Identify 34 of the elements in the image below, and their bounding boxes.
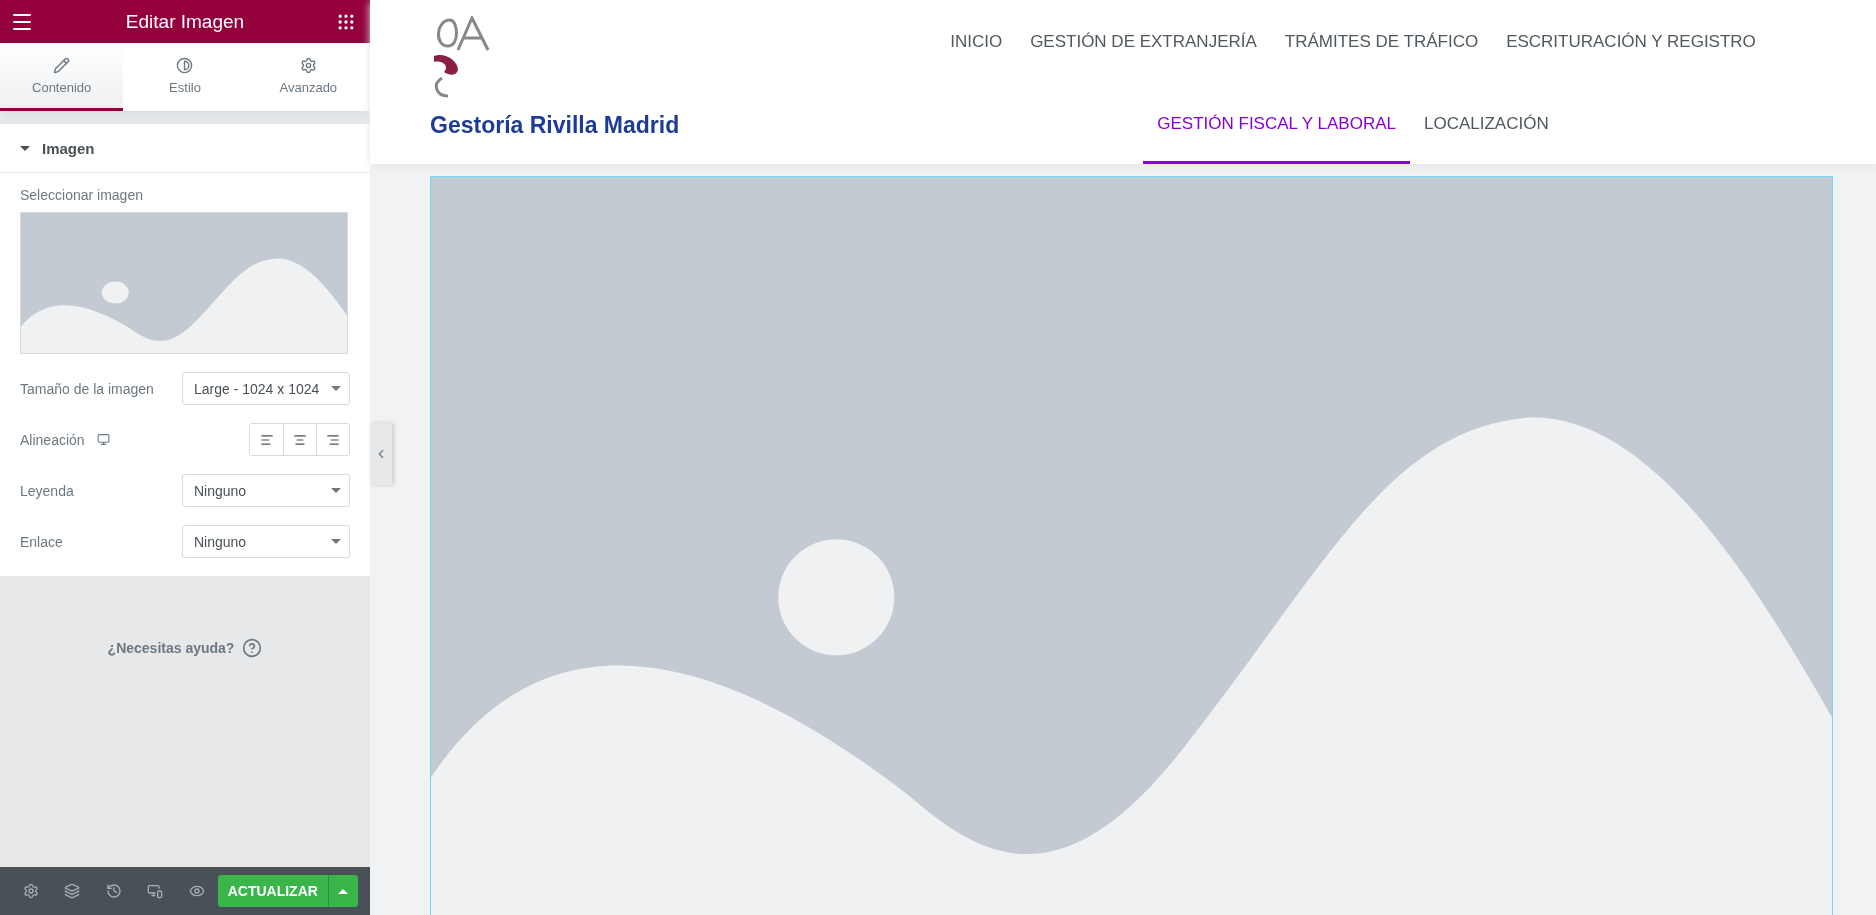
select-field[interactable]: Ninguno [182,525,350,558]
caret-icon [331,386,341,391]
panel-tab[interactable]: Avanzado [246,43,370,111]
nav-link[interactable]: INICIO [936,0,1017,86]
settings-icon [299,56,317,74]
control-label: Tamaño de la imagen [20,380,154,397]
nav-link[interactable]: ESCRITURACIÓN Y REGISTRO [1492,0,1770,86]
nav-link[interactable]: LOCALIZACIÓN [1410,86,1563,164]
panel-tab[interactable]: Estilo [123,43,247,111]
select-field[interactable]: Large - 1024 x 1024 [182,372,350,405]
control-label: Alineación [20,431,85,448]
collapse-handle[interactable] [370,423,392,485]
select-field[interactable]: Ninguno [182,474,350,507]
caret-icon [331,488,341,493]
align-left-icon [259,432,274,447]
control-label: Enlace [20,533,63,550]
nav-link[interactable]: GESTIÓN FISCAL Y LABORAL [1143,86,1410,164]
options-button[interactable] [327,875,359,907]
control-label: Seleccionar imagen [20,187,144,203]
control-label: Leyenda [20,482,74,499]
panel-tab[interactable]: Contenido [0,43,124,111]
brand-name[interactable]: Gestoría Rivilla Madrid [430,112,850,139]
align-center-icon [293,432,307,447]
help-link[interactable]: ¿Necesitas ayuda? [107,636,263,660]
align-right-button[interactable] [316,424,349,455]
align-right-icon [326,432,340,447]
nav-link[interactable]: GESTIÓN DE EXTRANJERÍA [1016,0,1271,86]
panel-title: Editar Imagen [125,10,245,33]
desktop-icon[interactable] [96,433,110,446]
caret-icon [331,539,341,544]
help-icon [242,638,263,658]
half-circle-icon [176,56,194,74]
nav-link[interactable]: TRÁMITES DE TRÁFICO [1270,0,1493,86]
pencil-icon [53,56,71,74]
